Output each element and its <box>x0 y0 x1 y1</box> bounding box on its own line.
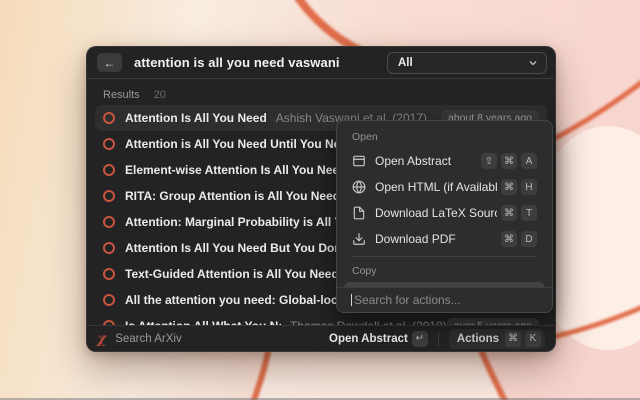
cmd-keycap: ⌘ <box>501 205 517 221</box>
result-age-badge: over 5 years ago <box>447 318 539 325</box>
menu-item-open-html[interactable]: Open HTML (if Available) ⌘ H <box>344 174 545 200</box>
category-dropdown[interactable]: All <box>387 52 547 74</box>
a-keycap: A <box>521 153 537 169</box>
command-name: Search ArXiv <box>115 333 181 345</box>
primary-action-button[interactable]: Open Abstract ↵ <box>329 331 428 347</box>
menu-item-open-abstract[interactable]: Open Abstract ⇧ ⌘ A <box>344 148 545 174</box>
menu-item-label: Open HTML (if Available) <box>375 180 497 194</box>
menu-section-copy: Copy <box>344 261 545 282</box>
search-query[interactable]: attention is all you need vaswani <box>134 55 340 70</box>
d-keycap: D <box>521 231 537 247</box>
menu-item-download-latex[interactable]: Download LaTeX Source ⌘ T <box>344 200 545 226</box>
menu-item-label: Open Abstract <box>375 154 477 168</box>
action-search-input[interactable]: Search for actions... <box>337 287 552 312</box>
menu-item-label: Download PDF <box>375 232 497 246</box>
action-menu: Open Open Abstract ⇧ ⌘ A Open HTML (if A… <box>336 120 553 313</box>
actions-label: Actions <box>457 333 499 345</box>
cmd-keycap: ⌘ <box>501 153 517 169</box>
file-icon <box>352 206 366 220</box>
app-window-icon <box>352 154 366 168</box>
arxiv-result-icon <box>103 242 115 254</box>
result-row[interactable]: Is Attention All What You Need? -- An Em… <box>95 313 547 325</box>
arxiv-chi-icon: χ <box>97 332 106 346</box>
footer-bar: χ Search ArXiv Open Abstract ↵ Actions ⌘… <box>87 325 555 351</box>
t-keycap: T <box>521 205 537 221</box>
k-keycap: K <box>525 331 541 347</box>
arxiv-result-icon <box>103 268 115 280</box>
arxiv-result-icon <box>103 112 115 124</box>
dropdown-value: All <box>398 57 528 69</box>
cmd-keycap: ⌘ <box>501 179 517 195</box>
arxiv-result-icon <box>103 138 115 150</box>
return-keycap: ↵ <box>412 331 428 347</box>
footer-divider <box>438 332 439 346</box>
results-label: Results <box>103 89 140 101</box>
download-icon <box>352 232 366 246</box>
back-button[interactable]: ← <box>97 53 122 72</box>
chevron-down-icon <box>528 58 538 68</box>
primary-action-label: Open Abstract <box>329 333 408 345</box>
menu-section-open: Open <box>344 127 545 148</box>
result-title: Element-wise Attention Is All You Need <box>125 163 346 177</box>
result-title: Attention Is All You Need <box>125 111 267 125</box>
action-search-placeholder: Search for actions... <box>354 293 461 307</box>
back-icon: ← <box>104 56 116 70</box>
action-menu-items: Open Open Abstract ⇧ ⌘ A Open HTML (if A… <box>337 121 552 287</box>
search-topbar: ← attention is all you need vaswani All <box>87 47 555 79</box>
arxiv-result-icon <box>103 164 115 176</box>
actions-button[interactable]: Actions ⌘ K <box>449 329 545 349</box>
arxiv-result-icon <box>103 216 115 228</box>
globe-icon <box>352 180 366 194</box>
menu-item-label: Download LaTeX Source <box>375 206 497 220</box>
text-caret <box>351 294 352 306</box>
cmd-keycap: ⌘ <box>505 331 521 347</box>
menu-item-download-pdf[interactable]: Download PDF ⌘ D <box>344 226 545 252</box>
h-keycap: H <box>521 179 537 195</box>
results-count: 20 <box>154 89 166 101</box>
results-header: Results 20 <box>87 79 555 105</box>
shift-keycap: ⇧ <box>481 153 497 169</box>
menu-separator <box>352 256 537 257</box>
cmd-keycap: ⌘ <box>501 231 517 247</box>
arxiv-result-icon <box>103 294 115 306</box>
arxiv-result-icon <box>103 190 115 202</box>
